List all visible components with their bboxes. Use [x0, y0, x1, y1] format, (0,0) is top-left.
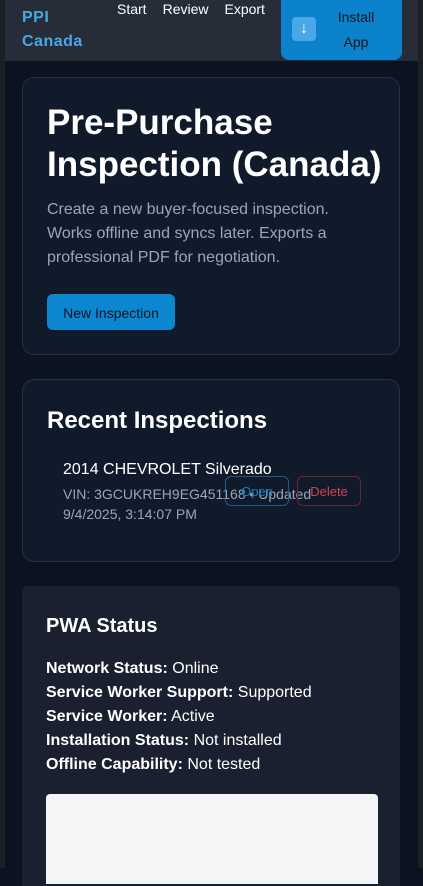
brand-line-2: Canada: [22, 33, 83, 50]
network-status-row: Network Status: Online: [46, 657, 376, 681]
offline-capability-value: Not tested: [187, 756, 261, 773]
new-inspection-button[interactable]: New Inspection: [47, 294, 175, 330]
service-worker-value: Active: [171, 708, 215, 725]
network-status-label: Network Status:: [46, 660, 168, 677]
sw-support-label: Service Worker Support:: [46, 684, 234, 701]
service-worker-label: Service Worker:: [46, 708, 168, 725]
hero-card: Pre-Purchase Inspection (Canada) Create …: [22, 77, 400, 355]
recent-inspections-card: Recent Inspections 2014 CHEVROLET Silver…: [22, 379, 400, 562]
pwa-test-panel: [46, 794, 378, 884]
delete-button[interactable]: Delete: [297, 476, 361, 506]
list-item: 2014 CHEVROLET Silverado VIN: 3GCUKREH9E…: [63, 460, 363, 530]
open-button[interactable]: Open: [225, 476, 289, 506]
pwa-status-list: Network Status: Online Service Worker Su…: [46, 657, 376, 777]
brand-line-1: PPI: [22, 9, 50, 26]
nav-link-start[interactable]: Start: [117, 0, 147, 18]
installation-status-label: Installation Status:: [46, 732, 190, 749]
install-app-label: Install App: [321, 5, 391, 55]
installation-status-value: Not installed: [193, 732, 282, 749]
install-label-line-2: App: [343, 34, 369, 50]
window-edge-right: [418, 0, 423, 868]
nav-link-review[interactable]: Review: [163, 0, 209, 18]
hero-description: Create a new buyer-focused inspection. W…: [47, 201, 329, 266]
sw-support-value: Supported: [237, 684, 312, 701]
app-header: PPI Canada Start Review Export ↓ Install…: [5, 0, 418, 61]
offline-capability-label: Offline Capability:: [46, 756, 183, 773]
install-app-button[interactable]: ↓ Install App: [281, 0, 402, 60]
main-nav: Start Review Export: [117, 0, 281, 18]
network-status-value: Online: [172, 660, 219, 677]
recent-inspections-title: Recent Inspections: [47, 407, 268, 434]
pwa-status-title: PWA Status: [46, 615, 158, 637]
pwa-status-card: PWA Status Network Status: Online Servic…: [22, 586, 400, 886]
brand-logo[interactable]: PPI Canada: [22, 6, 83, 54]
offline-capability-row: Offline Capability: Not tested: [46, 753, 376, 777]
service-worker-row: Service Worker: Active: [46, 705, 376, 729]
download-arrow-icon: ↓: [292, 17, 316, 41]
install-label-line-1: Install: [337, 9, 375, 25]
page-title: Pre-Purchase Inspection (Canada): [47, 103, 382, 184]
installation-status-row: Installation Status: Not installed: [46, 729, 376, 753]
sw-support-row: Service Worker Support: Supported: [46, 681, 376, 705]
nav-link-export[interactable]: Export: [224, 0, 264, 18]
